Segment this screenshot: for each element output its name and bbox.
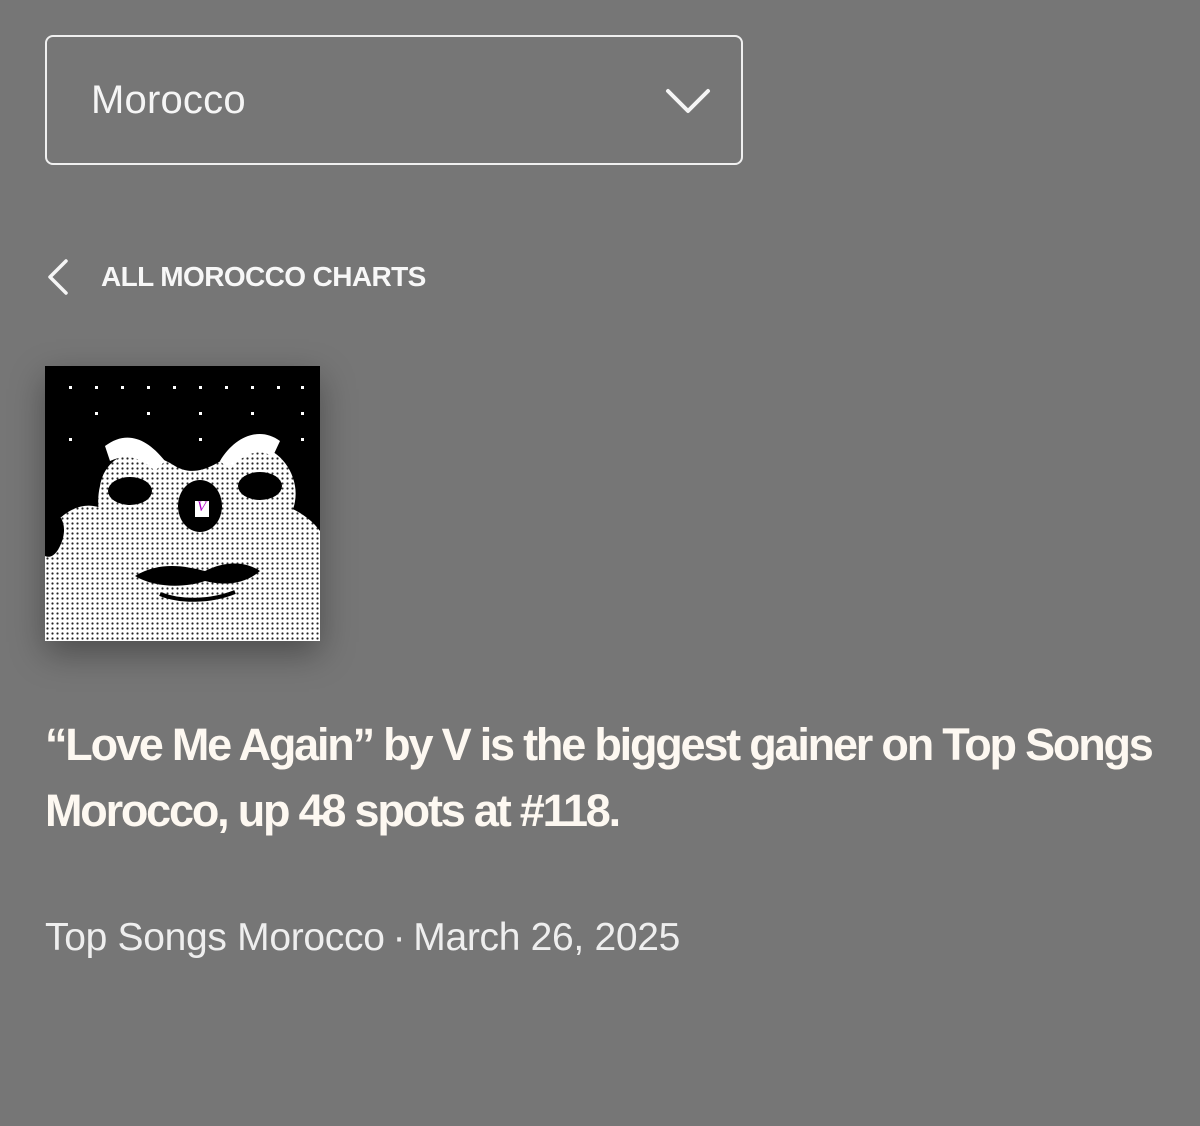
headline: “Love Me Again” by V is the biggest gain… xyxy=(45,719,1154,836)
chart-name: Top Songs Morocco xyxy=(45,916,385,959)
chart-meta: Top Songs Morocco · March 26, 2025 xyxy=(45,916,680,960)
album-artwork: V xyxy=(45,366,320,641)
artwork-overlay-letter: V xyxy=(197,499,207,515)
meta-separator: · xyxy=(392,916,406,959)
breadcrumb-label: ALL MOROCCO CHARTS xyxy=(101,261,426,292)
breadcrumb-all-charts-link[interactable]: ALL MOROCCO CHARTS xyxy=(45,252,426,302)
chevron-left-icon xyxy=(48,259,68,295)
chart-date: March 26, 2025 xyxy=(413,916,681,959)
country-select[interactable]: Morocco xyxy=(45,35,743,165)
country-select-value: Morocco xyxy=(91,77,246,122)
chevron-down-icon xyxy=(666,89,710,113)
album-artwork-image xyxy=(45,366,320,641)
